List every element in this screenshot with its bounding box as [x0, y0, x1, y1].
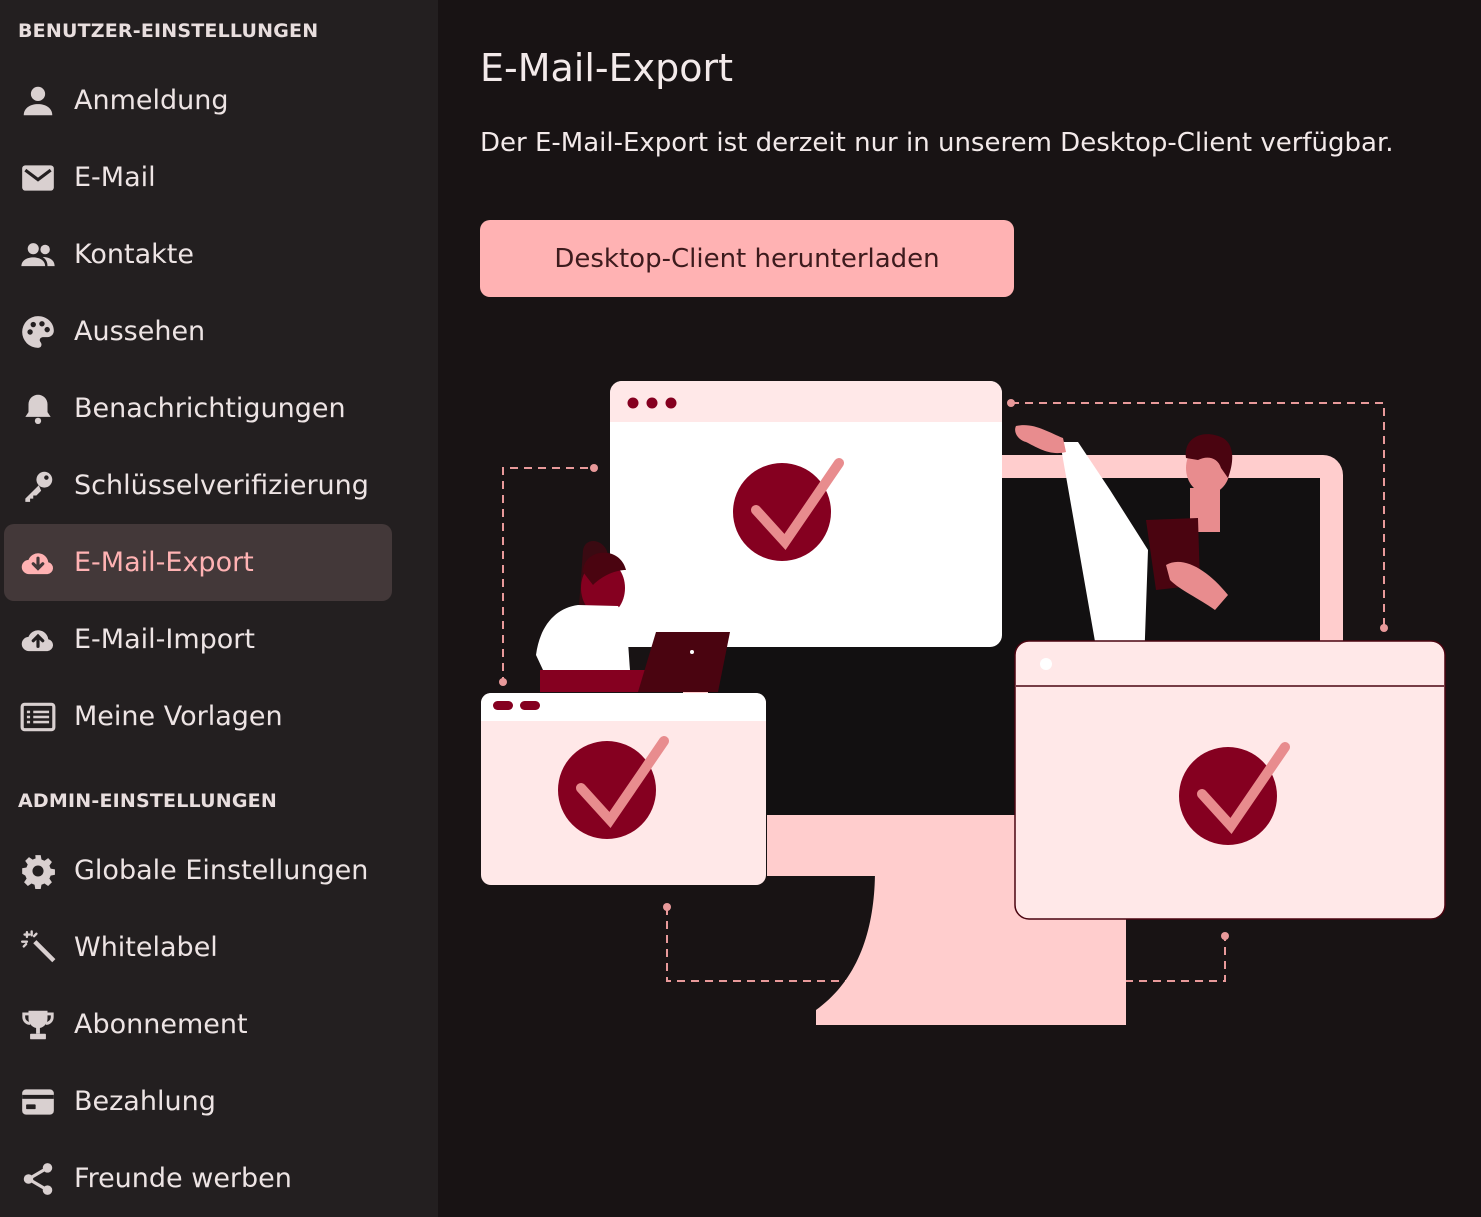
sidebar-item-email-export[interactable]: E-Mail-Export	[4, 524, 392, 601]
sidebar-item-label: Schlüsselverifizierung	[74, 470, 369, 501]
admin-settings-heading: ADMIN-EINSTELLUNGEN	[18, 790, 277, 812]
page-title: E-Mail-Export	[480, 46, 734, 90]
sidebar-item-meine-vorlagen[interactable]: Meine Vorlagen	[4, 678, 392, 755]
sidebar-item-label: E-Mail	[74, 162, 156, 193]
sidebar-item-label: E-Mail-Import	[74, 624, 255, 655]
sidebar-item-whitelabel[interactable]: Whitelabel	[4, 909, 392, 986]
right-window	[1014, 640, 1446, 920]
sidebar-item-globale-einstellungen[interactable]: Globale Einstellungen	[4, 832, 392, 909]
user-settings-heading: BENUTZER-EINSTELLUNGEN	[18, 20, 319, 42]
sidebar-item-label: Benachrichtigungen	[74, 393, 346, 424]
magic-wand-icon	[19, 929, 57, 967]
cloud-download-icon	[19, 544, 57, 582]
sidebar-item-label: E-Mail-Export	[74, 547, 254, 578]
share-icon	[19, 1160, 57, 1198]
sidebar-item-bezahlung[interactable]: Bezahlung	[4, 1063, 392, 1140]
person-icon	[19, 82, 57, 120]
sidebar-item-label: Globale Einstellungen	[74, 855, 369, 886]
template-list-icon	[19, 698, 57, 736]
bell-icon	[19, 390, 57, 428]
sidebar-item-label: Abonnement	[74, 1009, 248, 1040]
sidebar-item-abonnement[interactable]: Abonnement	[4, 986, 392, 1063]
trophy-icon	[19, 1006, 57, 1044]
sidebar-item-schluesselverifizierung[interactable]: Schlüsselverifizierung	[4, 447, 392, 524]
envelope-icon	[19, 159, 57, 197]
sidebar-item-email[interactable]: E-Mail	[4, 139, 392, 216]
sidebar-item-label: Kontakte	[74, 239, 194, 270]
desktop-client-illustration	[481, 381, 1446, 1025]
palette-icon	[19, 313, 57, 351]
sidebar-item-label: Freunde werben	[74, 1163, 292, 1194]
top-window	[610, 381, 1002, 647]
sidebar-item-label: Meine Vorlagen	[74, 701, 283, 732]
sidebar-item-freunde-werben[interactable]: Freunde werben	[4, 1140, 392, 1217]
sidebar-item-kontakte[interactable]: Kontakte	[4, 216, 392, 293]
key-icon	[19, 467, 57, 505]
app: BENUTZER-EINSTELLUNGEN Anmeldung E-Mail …	[0, 0, 1481, 1217]
sidebar-item-label: Aussehen	[74, 316, 206, 347]
main-content: E-Mail-Export Der E-Mail-Export ist derz…	[438, 0, 1481, 1217]
sidebar-item-email-import[interactable]: E-Mail-Import	[4, 601, 392, 678]
page-description: Der E-Mail-Export ist derzeit nur in uns…	[480, 128, 1394, 158]
download-desktop-client-button[interactable]: Desktop-Client herunterladen	[480, 220, 1014, 297]
sidebar-item-label: Bezahlung	[74, 1086, 216, 1117]
cloud-upload-icon	[19, 621, 57, 659]
sidebar-item-aussehen[interactable]: Aussehen	[4, 293, 392, 370]
gear-icon	[19, 852, 57, 890]
sidebar-item-label: Whitelabel	[74, 932, 218, 963]
people-icon	[19, 236, 57, 274]
settings-sidebar: BENUTZER-EINSTELLUNGEN Anmeldung E-Mail …	[0, 0, 438, 1217]
left-window	[481, 693, 766, 885]
sidebar-item-anmeldung[interactable]: Anmeldung	[4, 62, 392, 139]
credit-card-icon	[19, 1083, 57, 1121]
sidebar-item-label: Anmeldung	[74, 85, 229, 116]
sidebar-item-benachrichtigungen[interactable]: Benachrichtigungen	[4, 370, 392, 447]
